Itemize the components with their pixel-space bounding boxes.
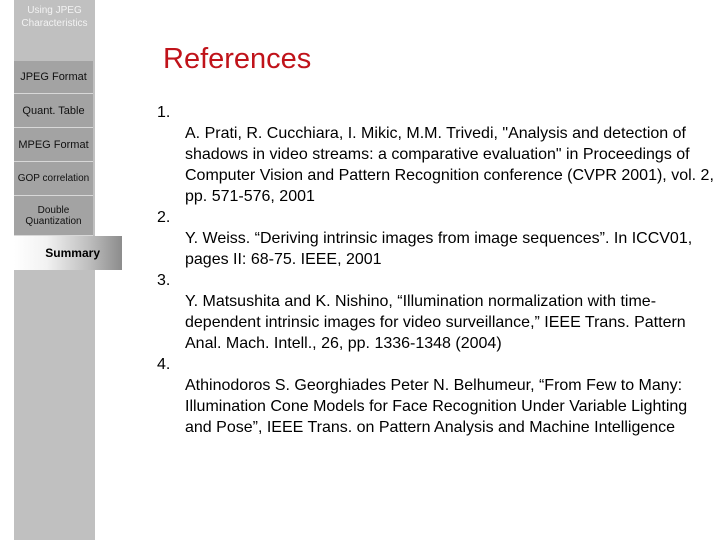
sidebar-title: Using JPEG Characteristics: [21, 5, 88, 29]
slide-title: References: [163, 43, 312, 75]
sidebar-item-jpeg-format[interactable]: JPEG Format: [14, 61, 93, 94]
reference-text: Y. Weiss. “Deriving intrinsic images fro…: [185, 230, 693, 268]
reference-number: 4.: [157, 356, 171, 373]
reference-text: Athinodoros S. Georghiades Peter N. Belh…: [185, 377, 688, 436]
reference-item: 2. Y. Weiss. “Deriving intrinsic images …: [157, 207, 717, 270]
sidebar-item-mpeg-format[interactable]: MPEG Format: [14, 128, 93, 162]
reference-text: A. Prati, R. Cucchiara, I. Mikic, M.M. T…: [185, 125, 714, 205]
sidebar-item-quant-table[interactable]: Quant. Table: [14, 94, 93, 128]
sidebar-item-double-quantization[interactable]: Double Quantization: [14, 196, 93, 236]
reference-item: 4. Athinodoros S. Georghiades Peter N. B…: [157, 354, 717, 438]
reference-number: 3.: [157, 272, 171, 289]
reference-number: 1.: [157, 104, 171, 121]
reference-item: 1. A. Prati, R. Cucchiara, I. Mikic, M.M…: [157, 102, 717, 207]
reference-number: 2.: [157, 209, 171, 226]
sidebar-item-summary[interactable]: Summary: [14, 236, 122, 270]
sidebar-item-gop-correlation[interactable]: GOP correlation: [14, 162, 93, 196]
reference-list: 1. A. Prati, R. Cucchiara, I. Mikic, M.M…: [157, 102, 717, 438]
reference-text: Y. Matsushita and K. Nishino, “Illuminat…: [185, 293, 686, 352]
reference-item: 3. Y. Matsushita and K. Nishino, “Illumi…: [157, 270, 717, 354]
